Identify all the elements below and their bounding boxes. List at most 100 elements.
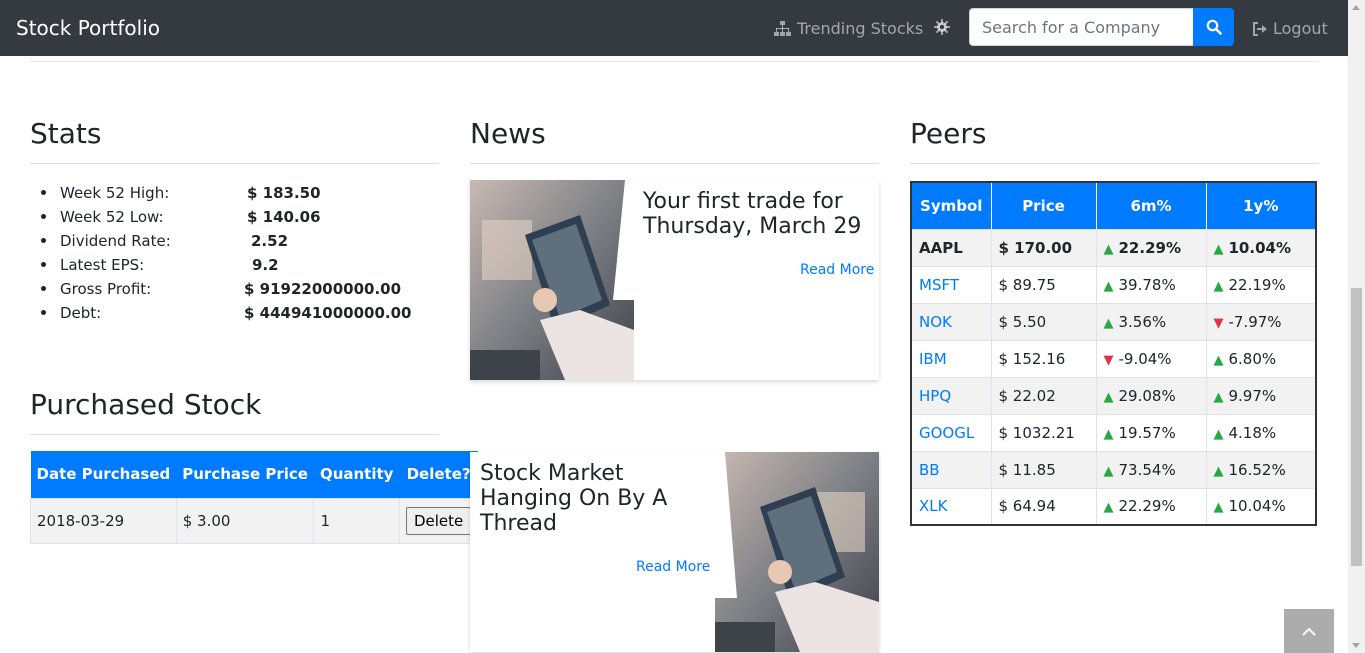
brand-link[interactable]: Stock Portfolio (16, 16, 160, 40)
price-cell: $ 64.94 (991, 487, 1097, 525)
column-header: Delete? (399, 451, 478, 498)
read-more-link[interactable]: Read More (800, 262, 874, 278)
change-6m-cell: ▲ 39.78% (1096, 265, 1207, 303)
change-value: 19.57% (1118, 423, 1176, 442)
change-6m-cell: ▲ 73.54% (1096, 450, 1207, 488)
delete-button[interactable]: Delete (405, 506, 472, 535)
symbol-link[interactable]: GOOGL (919, 424, 974, 442)
arrow-up-icon: ▲ (1103, 315, 1114, 331)
news-image (470, 180, 634, 380)
stat-label: Week 52 High: (60, 184, 170, 202)
symbol-cell[interactable]: MSFT (911, 265, 992, 303)
arrow-up-icon: ▲ (1213, 463, 1224, 479)
back-to-top-button[interactable] (1284, 609, 1334, 653)
purchased-divider (30, 434, 439, 435)
symbol-link[interactable]: XLK (919, 497, 947, 515)
arrow-up-icon: ▲ (1213, 426, 1224, 442)
change-value: -7.97% (1228, 312, 1282, 331)
stat-value: 9.2 (252, 256, 279, 274)
change-6m-cell: ▲ 3.56% (1096, 302, 1207, 340)
nav-logout[interactable]: Logout (1252, 19, 1328, 38)
arrow-down-icon: ▼ (1103, 352, 1114, 368)
change-value: 6.80% (1228, 349, 1277, 368)
nav-trending-stocks[interactable]: Trending Stocks (774, 19, 923, 38)
price-cell: $ 3.00 (175, 497, 315, 544)
change-6m-cell: ▼ -9.04% (1096, 339, 1207, 377)
stat-label: Week 52 Low: (60, 208, 164, 226)
news-divider (470, 163, 879, 164)
purchased-title: Purchased Stock (30, 388, 262, 421)
arrow-up-icon: ▲ (1103, 500, 1114, 516)
arrow-up-icon: ▲ (1213, 500, 1224, 516)
nav-logout-label: Logout (1273, 19, 1328, 38)
table-row: IBM $ 152.16 ▼ -9.04% ▲ 6.80% (911, 339, 1317, 377)
change-value: 22.29% (1118, 497, 1176, 516)
column-header: 1y% (1206, 182, 1317, 229)
sitemap-icon (774, 21, 791, 36)
change-1y-cell: ▲ 16.52% (1206, 450, 1317, 488)
price-cell: $ 152.16 (991, 339, 1097, 377)
change-value: 10.04% (1228, 497, 1286, 516)
symbol-link[interactable]: IBM (919, 350, 947, 368)
change-1y-cell: ▲ 10.04% (1206, 487, 1317, 525)
change-value: -9.04% (1118, 349, 1172, 368)
arrow-up-icon: ▲ (1103, 426, 1114, 442)
peers-table: Symbol Price 6m% 1y% AAPL $ 170.00 ▲ 22.29%… (910, 181, 1317, 526)
change-value: 9.97% (1228, 386, 1277, 405)
news-card[interactable]: Your first trade for Thursday, March 29 … (470, 180, 879, 380)
stat-value: $ 140.06 (247, 208, 321, 226)
table-header-row: Symbol Price 6m% 1y% (911, 182, 1317, 229)
stat-label: Latest EPS: (60, 256, 145, 274)
price-cell: $ 89.75 (991, 265, 1097, 303)
symbol-cell[interactable]: GOOGL (911, 413, 992, 451)
stat-value: 2.52 (251, 232, 289, 250)
delete-cell: Delete (398, 497, 479, 544)
arrow-down-icon: ▼ (1213, 315, 1224, 331)
scroll-up-arrow[interactable] (1352, 5, 1360, 10)
table-row: NOK $ 5.50 ▲ 3.56% ▼ -7.97% (911, 302, 1317, 340)
arrow-up-icon: ▲ (1103, 463, 1114, 479)
symbol-cell[interactable]: NOK (911, 302, 992, 340)
symbol-cell: AAPL (911, 228, 992, 266)
peers-divider (910, 163, 1319, 164)
change-value: 3.56% (1118, 312, 1167, 331)
scroll-down-arrow[interactable] (1352, 643, 1360, 648)
stat-label: Dividend Rate: (60, 232, 171, 250)
price-cell: $ 1032.21 (991, 413, 1097, 451)
search-button[interactable] (1193, 8, 1234, 46)
table-row: AAPL $ 170.00 ▲ 22.29% ▲ 10.04% (911, 228, 1317, 266)
symbol-link[interactable]: BB (919, 461, 940, 479)
table-row: GOOGL $ 1032.21 ▲ 19.57% ▲ 4.18% (911, 413, 1317, 451)
peers-title: Peers (910, 117, 987, 150)
news-headline[interactable]: Your first trade for Thursday, March 29 (643, 189, 873, 239)
price-cell: $ 22.02 (991, 376, 1097, 414)
symbol-cell[interactable]: BB (911, 450, 992, 488)
column-header: Purchase Price (176, 451, 314, 498)
news-headline[interactable]: Stock Market Hanging On By A Thread (480, 461, 710, 536)
read-more-link[interactable]: Read More (636, 559, 710, 575)
table-row: MSFT $ 89.75 ▲ 39.78% ▲ 22.19% (911, 265, 1317, 303)
column-header: 6m% (1096, 182, 1207, 229)
stats-divider (30, 163, 439, 164)
symbol-link[interactable]: HPQ (919, 387, 951, 405)
price-cell: $ 11.85 (991, 450, 1097, 488)
vertical-scrollbar[interactable] (1348, 0, 1365, 653)
symbol-cell[interactable]: HPQ (911, 376, 992, 414)
symbol-link[interactable]: NOK (919, 313, 952, 331)
stat-value: $ 183.50 (247, 184, 321, 202)
change-value: 10.04% (1228, 238, 1291, 257)
symbol-cell[interactable]: IBM (911, 339, 992, 377)
news-title: News (470, 117, 546, 150)
change-value: 73.54% (1118, 460, 1176, 479)
news-card[interactable]: Stock Market Hanging On By A Thread Read… (470, 452, 879, 652)
scrollbar-thumb[interactable] (1351, 288, 1362, 566)
table-row: HPQ $ 22.02 ▲ 29.08% ▲ 9.97% (911, 376, 1317, 414)
change-value: 22.19% (1228, 275, 1286, 294)
search-input[interactable] (969, 8, 1194, 46)
gear-icon[interactable] (934, 19, 950, 40)
stats-title: Stats (30, 117, 102, 150)
symbol-link[interactable]: MSFT (919, 276, 959, 294)
search-icon (1206, 19, 1222, 35)
column-header: Symbol (911, 182, 992, 229)
symbol-cell[interactable]: XLK (911, 487, 992, 525)
